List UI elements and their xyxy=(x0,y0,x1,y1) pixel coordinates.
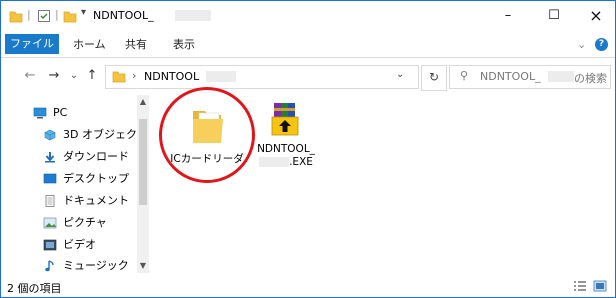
sidebar-item-label: ミュージック xyxy=(63,259,129,272)
redacted-mask xyxy=(175,10,211,21)
file-name-line2: .EXE xyxy=(251,156,321,169)
search-icon: ⚲ xyxy=(460,69,469,82)
scroll-up-arrow[interactable]: ▲ xyxy=(137,97,149,106)
sidebar-item-label: ダウンロード xyxy=(63,150,129,163)
sidebar-item-pictures[interactable]: ピクチャ xyxy=(43,215,107,231)
folder-icon xyxy=(112,71,126,83)
file-name-line1: NDNTOOL_ xyxy=(257,143,315,155)
explorer-window: | | ▾ NDNTOOL_ – ☐ × ファイル ホーム 共有 表示 ⌄ ? … xyxy=(0,0,616,298)
tab-home[interactable]: ホーム xyxy=(73,36,106,54)
back-button[interactable]: ← xyxy=(21,67,39,85)
recent-locations-icon[interactable]: ⌄ xyxy=(65,67,83,85)
pc-icon xyxy=(33,107,47,119)
help-icon[interactable]: ? xyxy=(595,38,608,51)
tab-share[interactable]: 共有 xyxy=(125,36,147,54)
sidebar-scrollbar[interactable]: ▲ ▼ xyxy=(137,95,149,273)
scroll-down-arrow[interactable]: ▼ xyxy=(137,261,149,270)
new-folder-icon[interactable] xyxy=(63,9,77,23)
sidebar-item-label: ドキュメント xyxy=(63,194,129,207)
properties-icon[interactable] xyxy=(37,9,51,23)
redacted-mask xyxy=(206,71,236,82)
search-input[interactable]: ⚲ NDNTOOL_ の検索 xyxy=(449,65,611,89)
address-bar[interactable]: › NDNTOOL ⌄ xyxy=(105,65,419,89)
file-item-installer[interactable]: NDNTOOL_ .EXE xyxy=(251,99,321,169)
quick-access-dropdown[interactable]: ▾ xyxy=(81,7,86,21)
search-placeholder-suffix: の検索 xyxy=(574,72,607,85)
folder-icon xyxy=(9,11,23,23)
tab-file[interactable]: ファイル xyxy=(5,34,59,54)
documents-icon xyxy=(45,195,55,207)
refresh-button[interactable]: ↻ xyxy=(421,65,447,91)
sidebar-item-documents[interactable]: ドキュメント xyxy=(43,193,129,209)
up-button[interactable]: ↑ xyxy=(83,67,101,85)
sidebar-item-music[interactable]: ミュージック xyxy=(43,258,129,274)
sidebar-item-3d-objects[interactable]: 3D オブジェクト xyxy=(43,127,148,143)
sidebar-item-label: デスクトップ xyxy=(63,172,129,185)
videos-icon xyxy=(43,239,57,251)
breadcrumb-path[interactable]: NDNTOOL xyxy=(144,70,199,83)
sidebar-item-desktop[interactable]: デスクトップ xyxy=(43,171,129,187)
highlight-circle xyxy=(159,87,255,183)
sidebar-item-label: ピクチャ xyxy=(63,216,107,229)
quick-access-separator: | xyxy=(27,8,31,21)
quick-access-separator-2: | xyxy=(55,8,59,21)
ribbon-tabs: ファイル ホーム 共有 表示 ⌄ ? xyxy=(1,33,615,58)
address-row: ← → ⌄ ↑ › NDNTOOL ⌄ ↻ ⚲ NDNTOOL_ の検索 xyxy=(1,59,615,95)
details-view-icon[interactable] xyxy=(573,280,587,292)
minimize-button[interactable]: – xyxy=(485,5,531,27)
redacted-mask xyxy=(548,71,574,82)
title-bar: | | ▾ NDNTOOL_ – ☐ × xyxy=(1,1,615,31)
sidebar-item-pc[interactable]: PC xyxy=(33,105,67,121)
ribbon-expand-icon[interactable]: ⌄ xyxy=(577,36,586,54)
desktop-icon xyxy=(43,173,57,184)
file-extension: .EXE xyxy=(289,156,313,168)
status-bar: 2 個の項目 xyxy=(1,277,615,297)
sidebar-item-label: PC xyxy=(53,106,68,119)
installer-package-icon xyxy=(271,103,299,136)
redacted-mask xyxy=(259,157,290,167)
sidebar-item-label: 3D オブジェクト xyxy=(63,128,148,141)
sidebar-item-downloads[interactable]: ダウンロード xyxy=(43,149,129,165)
3d-objects-icon xyxy=(44,129,56,141)
download-icon xyxy=(45,152,55,163)
close-button[interactable]: × xyxy=(573,5,616,27)
search-placeholder: NDNTOOL_ xyxy=(480,70,541,83)
tab-view[interactable]: 表示 xyxy=(173,36,195,54)
window-title: NDNTOOL_ xyxy=(93,9,154,22)
music-icon xyxy=(45,260,54,272)
scroll-thumb[interactable] xyxy=(139,119,147,205)
pictures-icon xyxy=(43,217,57,229)
breadcrumb-separator: › xyxy=(132,69,137,82)
item-count: 2 個の項目 xyxy=(7,282,62,295)
large-icons-view-icon[interactable] xyxy=(593,280,607,292)
maximize-button[interactable]: ☐ xyxy=(531,5,577,27)
sidebar-item-videos[interactable]: ビデオ xyxy=(43,237,96,253)
forward-button[interactable]: → xyxy=(45,67,63,85)
address-dropdown-icon[interactable]: ⌄ xyxy=(396,69,404,80)
navigation-pane: PC 3D オブジェクト ダウンロード デスクトップ ドキュメント ピクチャ ビ… xyxy=(1,95,149,273)
sidebar-item-label: ビデオ xyxy=(63,238,96,251)
